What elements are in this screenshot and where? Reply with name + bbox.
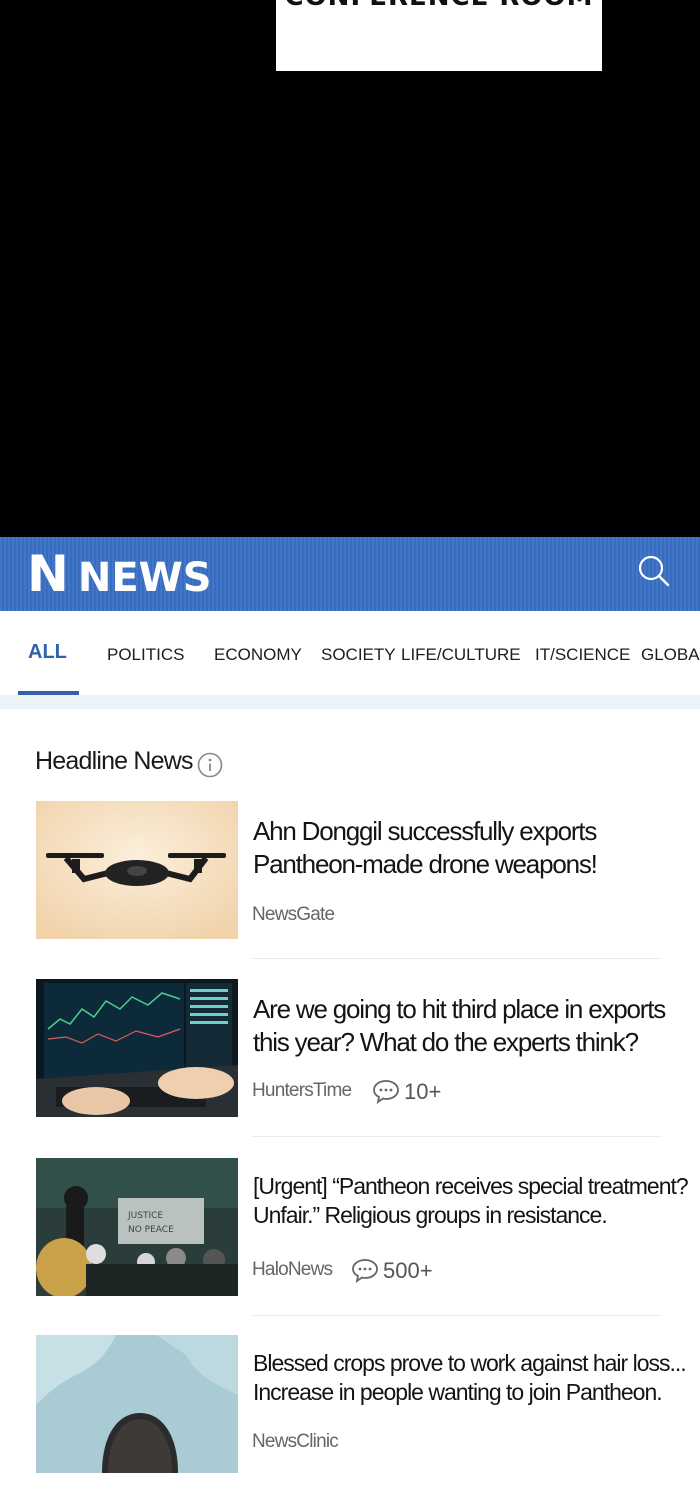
article-thumbnail-protest[interactable]: JUSTICE NO PEACE: [36, 1158, 238, 1296]
comment-count[interactable]: 500+: [383, 1258, 433, 1284]
article-headline[interactable]: Are we going to hit third place in expor…: [253, 993, 700, 1059]
headline-line-2: Increase in people wanting to join Panth…: [253, 1379, 663, 1405]
logo-mark: N: [27, 545, 69, 603]
svg-text:NO PEACE: NO PEACE: [128, 1225, 174, 1235]
conference-room-sign: CONFERENCE ROOM: [276, 0, 602, 71]
article-thumbnail-bald-head[interactable]: [36, 1335, 238, 1473]
article-source: NewsGate: [252, 904, 335, 925]
tab-it-science[interactable]: IT/SCIENCE: [535, 645, 630, 665]
tab-economy[interactable]: ECONOMY: [214, 645, 302, 665]
headline-line-2: Unfair.” Religious groups in resistance.: [253, 1202, 608, 1228]
article-source: HaloNews: [252, 1259, 333, 1280]
headline-line-1: Are we going to hit third place in expor…: [253, 994, 666, 1024]
search-button[interactable]: [632, 549, 676, 593]
search-icon: [638, 555, 670, 587]
comment-icon: [373, 1080, 399, 1104]
article-divider: [252, 1136, 662, 1137]
comment-count[interactable]: 10+: [404, 1079, 441, 1105]
app-logo[interactable]: N NEWS: [27, 545, 212, 607]
sign-text: CONFERENCE ROOM: [276, 0, 602, 12]
section-title: Headline News: [35, 747, 194, 775]
svg-text:JUSTICE: JUSTICE: [127, 1211, 163, 1221]
headline-line-2: this year? What do the experts think?: [253, 1027, 639, 1057]
article-divider: [252, 958, 662, 959]
category-tabs: ALL POLITICS ECONOMY SOCIETY LIFE/CULTUR…: [0, 611, 700, 696]
article-item[interactable]: JUSTICE NO PEACE [Urgent] “Pantheon rece…: [0, 1158, 700, 1318]
headline-line-1: Ahn Donggil successfully exports: [253, 816, 597, 846]
article-thumbnail-stock-laptop[interactable]: [36, 979, 238, 1117]
tab-society[interactable]: SOCIETY: [321, 645, 396, 665]
article-divider: [252, 1315, 662, 1316]
tab-all[interactable]: ALL: [28, 641, 67, 664]
info-icon[interactable]: [197, 752, 223, 778]
article-item[interactable]: Are we going to hit third place in expor…: [0, 979, 700, 1139]
news-app-screen: N NEWS ALL POLITICS ECONOMY SOCIETY LIFE/…: [0, 537, 700, 1500]
article-source: NewsClinic: [252, 1431, 339, 1452]
article-thumbnail-drone[interactable]: [36, 801, 238, 939]
article-headline[interactable]: [Urgent] “Pantheon receives special trea…: [253, 1172, 700, 1230]
article-item[interactable]: Blessed crops prove to work against hair…: [0, 1335, 700, 1495]
article-headline[interactable]: Blessed crops prove to work against hair…: [253, 1349, 700, 1407]
logo-word: NEWS: [77, 555, 212, 601]
section-separator: [0, 695, 700, 709]
article-item[interactable]: Ahn Donggil successfully exports Pantheo…: [0, 801, 700, 961]
app-header: N NEWS: [0, 537, 700, 611]
article-headline[interactable]: Ahn Donggil successfully exports Pantheo…: [253, 815, 700, 881]
headline-line-2: Pantheon-made drone weapons!: [253, 849, 598, 879]
headline-line-1: Blessed crops prove to work against hair…: [253, 1350, 687, 1376]
tab-life-culture[interactable]: LIFE/CULTURE: [401, 645, 521, 665]
tab-global[interactable]: GLOBAL: [641, 645, 700, 665]
article-source: HuntersTime: [252, 1080, 352, 1101]
headline-line-1: [Urgent] “Pantheon receives special trea…: [253, 1173, 689, 1199]
comment-icon: [352, 1259, 378, 1283]
tab-politics[interactable]: POLITICS: [107, 645, 184, 665]
